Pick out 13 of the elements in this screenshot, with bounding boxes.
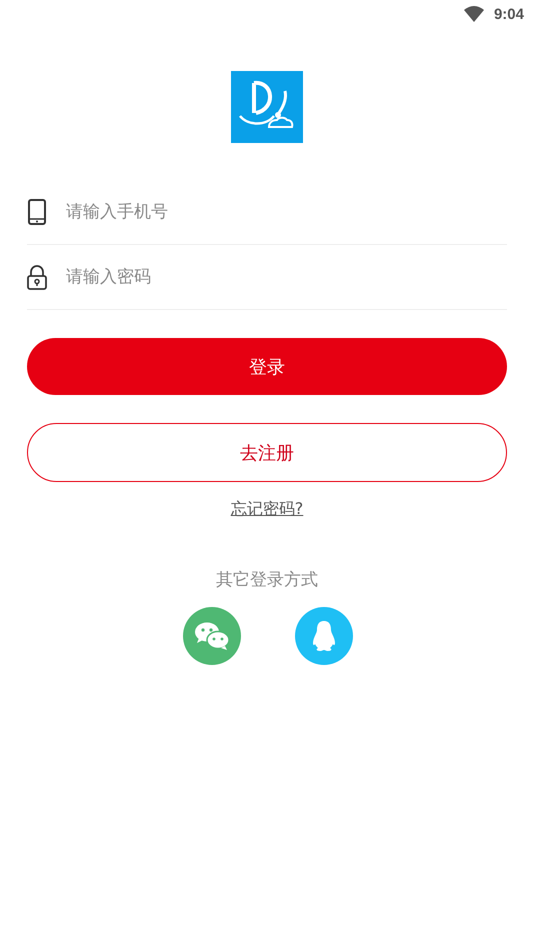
wifi-icon [464, 6, 484, 22]
lock-icon [27, 264, 47, 290]
phone-field[interactable]: 请输入手机号 [64, 201, 507, 223]
app-logo [231, 71, 303, 143]
chat-bubbles-icon [194, 621, 230, 651]
status-time: 9:04 [494, 6, 524, 22]
phone-icon [27, 199, 47, 225]
forgot-password-link[interactable]: 忘记密码? [230, 499, 304, 520]
penguin-icon [310, 620, 336, 652]
login-button[interactable]: 登录 [27, 338, 507, 395]
register-button[interactable]: 去注册 [27, 423, 507, 482]
password-field[interactable]: 请输入密码 [64, 266, 507, 288]
other-login-title: 其它登录方式 [216, 569, 318, 591]
